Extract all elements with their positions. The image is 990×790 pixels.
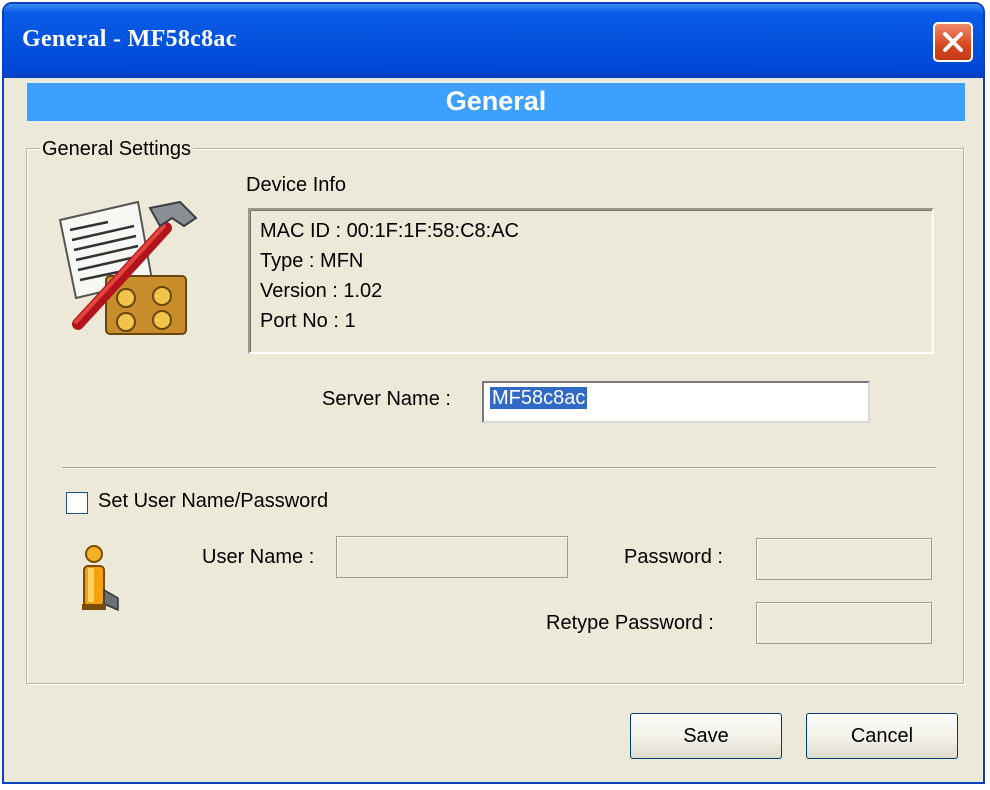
save-button[interactable]: Save — [630, 713, 782, 759]
user-name-input[interactable] — [336, 536, 568, 578]
server-name-value: MF58c8ac — [490, 387, 588, 409]
retype-password-label: Retype Password : — [546, 612, 714, 634]
retype-password-input[interactable] — [756, 602, 932, 644]
user-name-label: User Name : — [202, 546, 315, 568]
close-icon — [943, 32, 963, 52]
dialog-client-area: General General Settings Device Info MAC… — [10, 78, 977, 776]
device-version: Version : 1.02 — [260, 280, 383, 302]
set-credentials-label[interactable]: Set User Name/Password — [98, 490, 328, 513]
server-name-input[interactable]: MF58c8ac — [482, 381, 870, 423]
close-button[interactable] — [933, 22, 973, 62]
device-info-label: Device Info — [246, 174, 347, 196]
cancel-button[interactable]: Cancel — [806, 713, 958, 759]
device-port-no: Port No : 1 — [260, 310, 356, 332]
separator — [62, 467, 936, 469]
password-input[interactable] — [756, 538, 932, 580]
server-name-label: Server Name : — [322, 388, 451, 410]
user-icon — [82, 545, 119, 612]
set-credentials-checkbox[interactable] — [66, 492, 88, 514]
settings-tools-icon — [58, 200, 198, 335]
device-type: Type : MFN — [260, 250, 364, 272]
section-header: General — [26, 82, 966, 122]
device-mac-id: MAC ID : 00:1F:1F:58:C8:AC — [260, 220, 519, 242]
window-title: General - MF58c8ac — [22, 26, 237, 52]
dialog-window: General - MF58c8ac General General Setti… — [2, 2, 985, 784]
title-bar[interactable]: General - MF58c8ac — [4, 4, 983, 78]
device-info-box: MAC ID : 00:1F:1F:58:C8:AC Type : MFN Ve… — [248, 208, 934, 354]
password-label: Password : — [624, 546, 723, 568]
group-legend: General Settings — [40, 138, 193, 161]
